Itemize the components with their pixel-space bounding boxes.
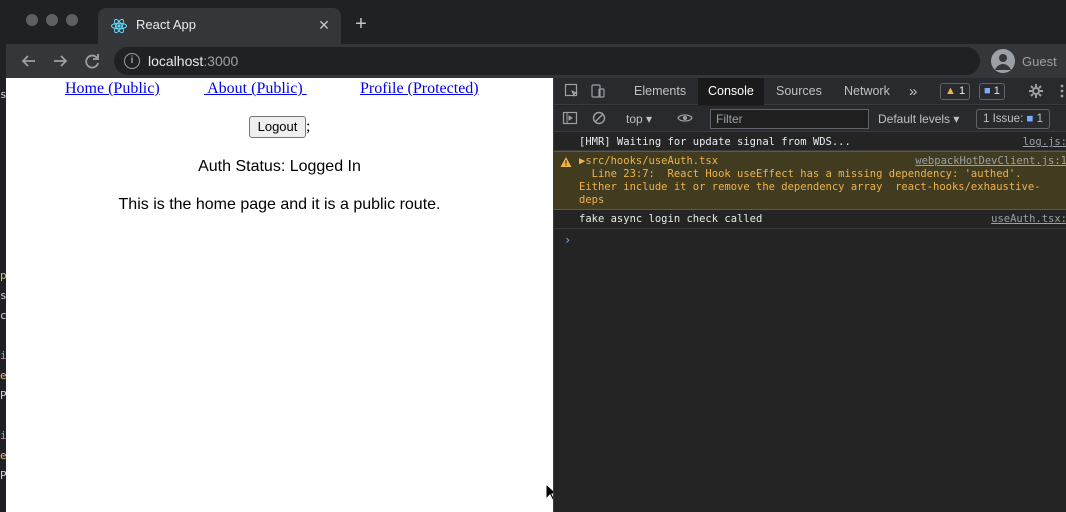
browser-toolbar: i localhost:3000 Guest <box>6 44 1066 78</box>
home-link[interactable]: Home (Public) <box>65 80 160 98</box>
tab-network[interactable]: Network <box>844 78 890 105</box>
guest-avatar-icon <box>991 49 1015 73</box>
warning-file-toggle[interactable]: ▶src/hooks/useAuth.tsx <box>579 155 718 168</box>
close-tab-icon[interactable]: ✕ <box>315 16 333 34</box>
console-message-text: fake async login check called <box>579 213 763 225</box>
warning-icon: ▲ <box>945 85 956 97</box>
inspect-element-icon[interactable] <box>564 83 580 99</box>
device-toolbar-icon[interactable] <box>590 83 606 99</box>
console-warning: ▶src/hooks/useAuth.tsx webpackHotDevClie… <box>554 151 1066 210</box>
console-filter-input[interactable]: Filter <box>710 109 869 129</box>
about-link[interactable]: About (Public) <box>204 80 307 98</box>
warnings-count: 1 <box>958 85 966 97</box>
messages-count: 1 <box>993 85 1000 97</box>
warning-line: Either include it or remove the dependen… <box>579 181 1041 193</box>
log-levels-select[interactable]: Default levels ▾ <box>878 110 959 128</box>
sidebar-toggle-icon[interactable] <box>562 110 578 126</box>
context-select[interactable]: top ▾ <box>626 110 652 128</box>
tab-sources[interactable]: Sources <box>776 78 822 105</box>
warning-line: Line 23:7: React Hook useEffect has a mi… <box>579 168 1022 180</box>
new-tab-button[interactable]: + <box>351 14 371 34</box>
back-arrow-icon[interactable] <box>18 50 40 72</box>
tab-console[interactable]: Console <box>698 78 764 105</box>
message-icon: ■ <box>984 85 991 97</box>
browser-tab[interactable]: React App ✕ <box>98 8 341 44</box>
react-logo-icon <box>111 18 127 34</box>
profile-button[interactable]: Guest <box>988 47 1066 75</box>
logout-button[interactable]: Logout <box>249 116 306 138</box>
profile-label: Guest <box>1022 54 1057 69</box>
console-toolbar: top ▾ Filter Default levels ▾ 1 Issue: ■… <box>554 106 1066 132</box>
close-window-button[interactable] <box>26 14 38 26</box>
maximize-window-button[interactable] <box>66 14 78 26</box>
forward-arrow-icon[interactable] <box>49 50 71 72</box>
site-info-icon[interactable]: i <box>124 53 140 69</box>
settings-gear-icon[interactable] <box>1028 83 1044 99</box>
console-message: fake async login check called useAuth.ts… <box>554 210 1066 229</box>
minimize-window-button[interactable] <box>46 14 58 26</box>
console-message-text: [HMR] Waiting for update signal from WDS… <box>579 136 851 148</box>
auth-status-text: Auth Status: Logged In <box>198 158 361 175</box>
more-options-icon[interactable] <box>1054 83 1066 99</box>
log-levels-value: Default levels <box>878 112 951 126</box>
tab-elements[interactable]: Elements <box>634 78 686 105</box>
page-viewport: Home (Public) About (Public) Profile (Pr… <box>6 78 559 512</box>
address-bar[interactable]: i localhost:3000 <box>114 47 980 75</box>
issues-button[interactable]: 1 Issue: ■ 1 <box>976 109 1051 129</box>
warning-triangle-icon <box>560 157 572 167</box>
home-page-text: This is the home page and it is a public… <box>118 196 441 213</box>
console-source-link[interactable]: log.js: <box>1023 136 1066 149</box>
console-source-link[interactable]: webpackHotDevClient.js:1 <box>915 155 1066 168</box>
browser-window: React App ✕ + i localhost:3000 Guest Hom… <box>6 0 1066 512</box>
more-tabs-icon[interactable]: » <box>909 78 917 105</box>
issue-icon: ■ <box>1026 113 1034 125</box>
reload-icon[interactable] <box>81 50 103 72</box>
clear-console-icon[interactable] <box>591 110 607 126</box>
profile-link[interactable]: Profile (Protected) <box>360 80 479 98</box>
messages-badge[interactable]: ■ 1 <box>979 83 1005 100</box>
console-message: [HMR] Waiting for update signal from WDS… <box>554 133 1066 151</box>
console-source-link[interactable]: useAuth.tsx: <box>991 213 1066 226</box>
context-select-value: top <box>626 112 643 126</box>
issues-count: 1 <box>1036 113 1044 125</box>
tab-strip: React App ✕ + <box>6 0 1066 44</box>
console-output: [HMR] Waiting for update signal from WDS… <box>554 133 1066 512</box>
console-prompt-icon[interactable]: › <box>564 233 571 247</box>
address-port: :3000 <box>203 53 239 69</box>
devtools-panel: Elements Console Sources Network » ▲ 1 ■… <box>553 78 1066 512</box>
devtools-tab-bar: Elements Console Sources Network » ▲ 1 ■… <box>554 78 1066 105</box>
stray-semicolon: ; <box>306 118 311 135</box>
tab-title: React App <box>136 17 196 32</box>
issues-label: 1 Issue: <box>983 113 1024 125</box>
address-text: localhost:3000 <box>148 53 238 69</box>
address-host: localhost <box>148 53 204 69</box>
warnings-badge[interactable]: ▲ 1 <box>940 83 971 100</box>
live-expression-eye-icon[interactable] <box>677 110 693 126</box>
warning-line: deps <box>579 194 605 206</box>
